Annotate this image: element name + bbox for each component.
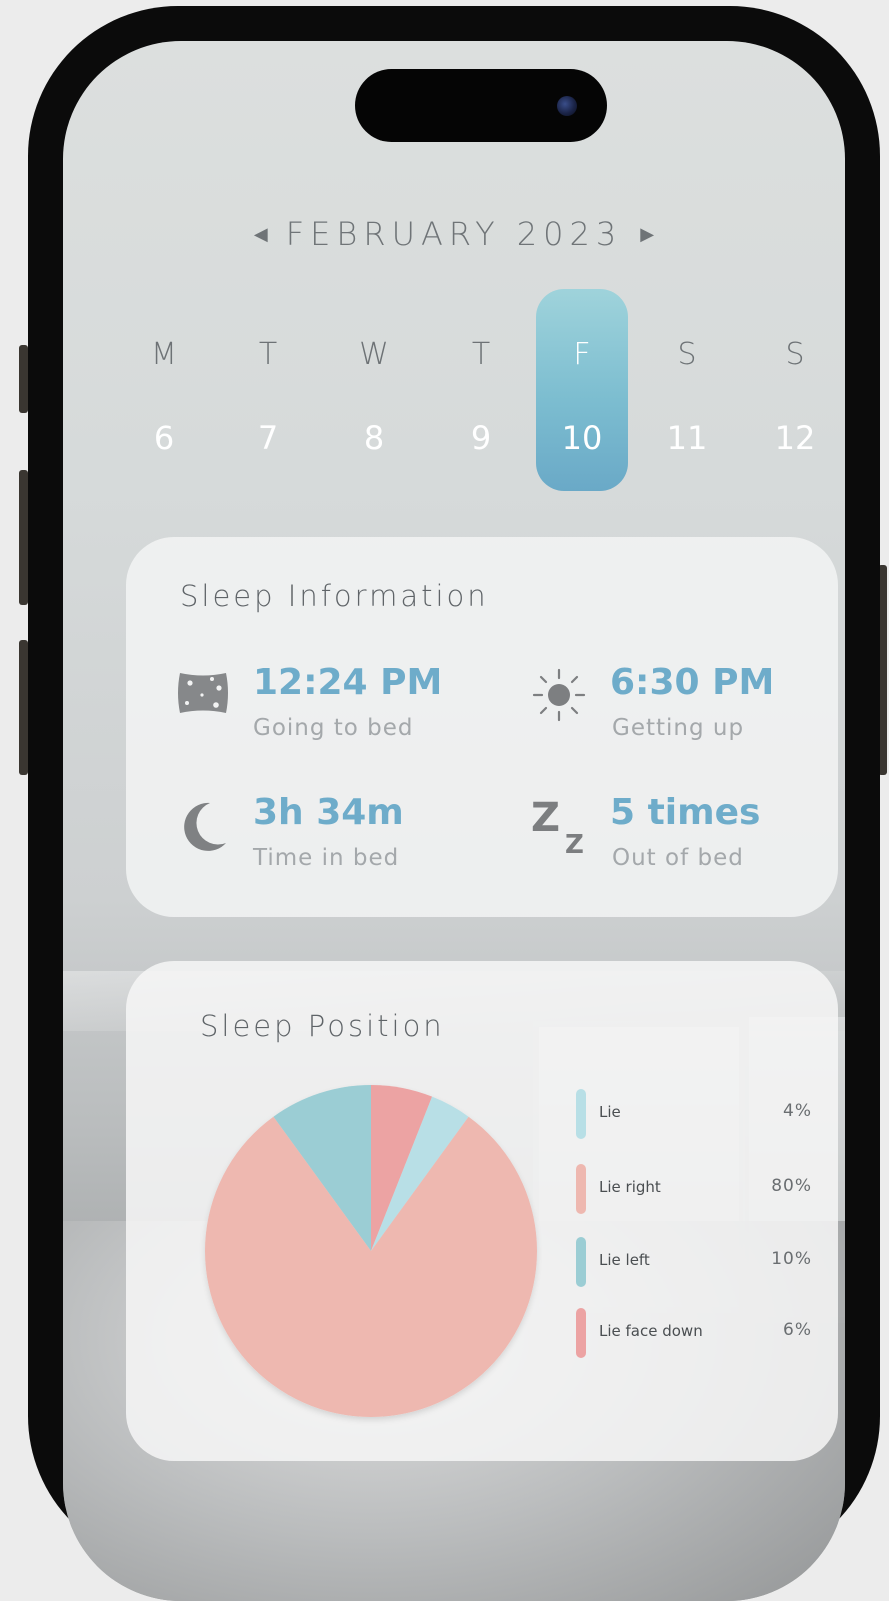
prev-month-icon[interactable]: ◀	[254, 224, 268, 245]
day-number: 12	[774, 419, 816, 457]
day-number: 7	[257, 419, 279, 457]
legend-item-lie-face-down: Lie face down 6%	[576, 1308, 811, 1358]
day-number: 6	[153, 419, 175, 457]
legend-label: Lie face down	[599, 1322, 703, 1340]
volume-down-button	[19, 640, 28, 775]
month-label: FEBRUARY 2023	[285, 215, 623, 253]
legend-swatch	[576, 1164, 586, 1214]
phone-frame: ◀ FEBRUARY 2023 ▶ M 6 T 7 W 8 T 9 F 10 S…	[28, 6, 880, 1601]
wake-time-label: Getting up	[612, 715, 745, 741]
day-number: 10	[561, 419, 603, 457]
legend-label: Lie	[599, 1103, 621, 1121]
day-letter: S	[785, 337, 805, 372]
day-letter: T	[258, 337, 278, 372]
legend-value: 4%	[783, 1101, 812, 1121]
month-selector: ◀ FEBRUARY 2023 ▶	[63, 209, 845, 259]
day-number: 9	[470, 419, 492, 457]
bed-time-value: 12:24 PM	[253, 662, 443, 703]
legend-swatch	[576, 1089, 586, 1139]
day-letter: W	[359, 337, 389, 372]
out-of-bed-label: Out of bed	[612, 845, 744, 871]
sleep-position-card: Sleep Position Lie 4% Lie right 80% Lie …	[126, 961, 838, 1461]
bed-time-label: Going to bed	[253, 715, 414, 741]
legend-value: 10%	[771, 1249, 812, 1269]
time-in-bed-label: Time in bed	[253, 845, 400, 871]
legend-swatch	[576, 1237, 586, 1287]
day-letter: F	[573, 337, 591, 372]
sun-icon	[532, 668, 586, 722]
moon-icon	[184, 802, 226, 851]
legend-value: 6%	[783, 1320, 812, 1340]
phone-screen: ◀ FEBRUARY 2023 ▶ M 6 T 7 W 8 T 9 F 10 S…	[63, 41, 845, 1601]
legend-item-lie-left: Lie left 10%	[576, 1237, 811, 1287]
legend-label: Lie left	[599, 1251, 650, 1269]
pillow-icon	[178, 673, 228, 713]
wake-time-value: 6:30 PM	[610, 662, 775, 703]
svg-text:Z: Z	[531, 795, 560, 841]
next-month-icon[interactable]: ▶	[640, 224, 654, 245]
sleep-information-card: Sleep Information 12:24 PM Going to bed	[126, 537, 838, 917]
day-letter: M	[151, 337, 177, 372]
day-number: 8	[363, 419, 385, 457]
sleep-position-title: Sleep Position	[200, 1009, 445, 1043]
selected-day-highlight[interactable]	[536, 289, 628, 491]
volume-up-button	[19, 470, 28, 605]
time-in-bed-value: 3h 34m	[253, 792, 404, 833]
sleep-information-title: Sleep Information	[180, 579, 489, 613]
dynamic-island	[355, 69, 607, 142]
out-of-bed-value: 5 times	[610, 792, 761, 833]
camera-icon	[557, 96, 577, 116]
silent-switch	[19, 345, 28, 413]
legend-value: 80%	[771, 1176, 812, 1196]
sleep-position-pie-chart	[205, 1085, 537, 1417]
legend-item-lie-right: Lie right 80%	[576, 1164, 811, 1214]
svg-text:Z: Z	[565, 830, 584, 857]
legend-swatch	[576, 1308, 586, 1358]
zz-icon: Z Z	[531, 795, 584, 857]
legend-item-lie: Lie 4%	[576, 1089, 811, 1139]
day-letter: S	[677, 337, 697, 372]
day-letter: T	[471, 337, 491, 372]
legend-label: Lie right	[599, 1178, 661, 1196]
day-number: 11	[666, 419, 708, 457]
